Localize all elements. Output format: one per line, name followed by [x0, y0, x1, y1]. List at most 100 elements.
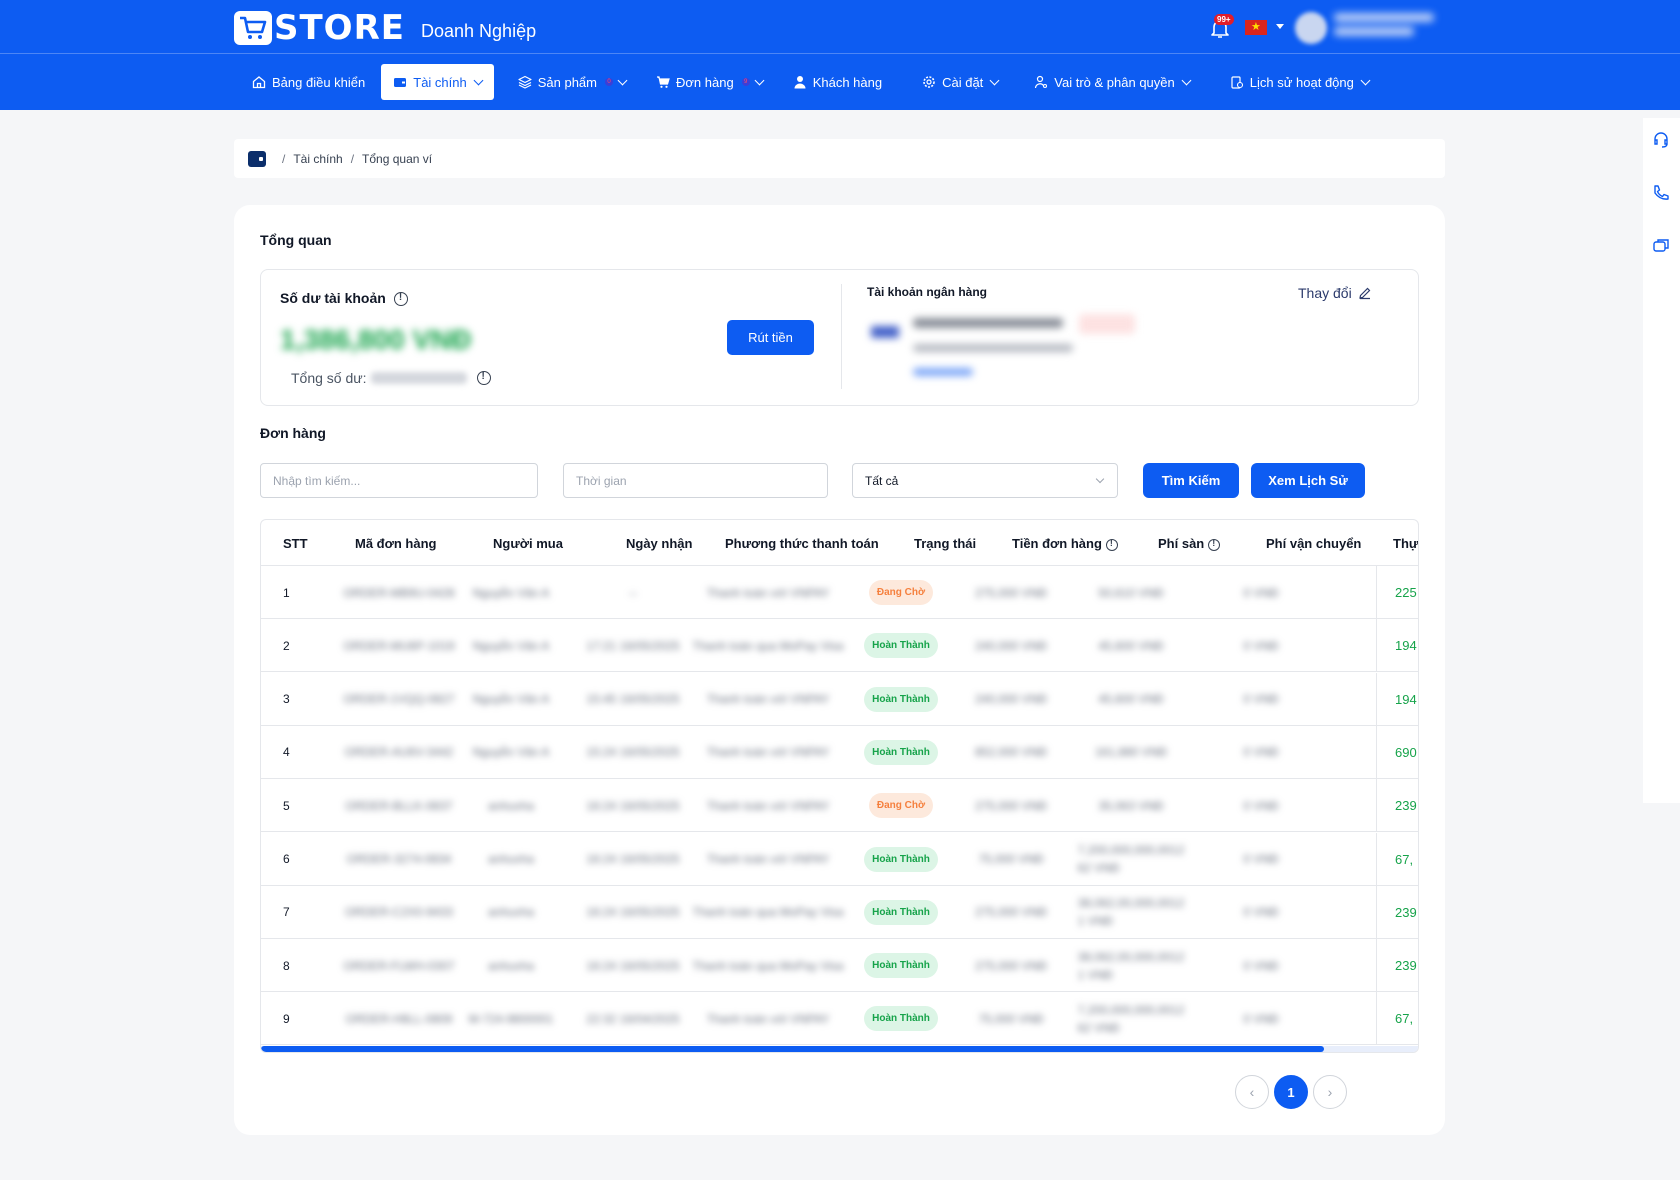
info-icon[interactable]: [1105, 538, 1118, 551]
scrollbar-thumb[interactable]: [261, 1046, 1324, 1052]
cell-method: Thanh toán qua MoPay Visa: [692, 619, 844, 672]
table-row[interactable]: 2 ORDER-MU6P-1019 Nguyễn Văn A 17:21 16/05/…: [261, 619, 1418, 673]
cell-code: ORDER-MB9U-0428: [329, 566, 469, 619]
info-icon[interactable]: [1208, 538, 1221, 551]
nav-item-orders[interactable]: Đơn hàng 9: [644, 64, 775, 100]
cell-ship: 0 VNĐ: [1211, 886, 1311, 939]
avatar[interactable]: [1295, 12, 1327, 44]
cell-stt: 8: [283, 939, 313, 992]
fee-line-2: 1 VNĐ: [1077, 914, 1113, 929]
col-net: Thự: [1393, 536, 1419, 551]
method-value: Thanh toán qua MoPay Visa: [692, 905, 844, 920]
table-row[interactable]: 7 ORDER-C2X0-9433 anhuvha 16:24 16/05/2025 T…: [261, 885, 1418, 939]
ship-value: 0 VNĐ: [1243, 1011, 1279, 1026]
info-icon[interactable]: [393, 292, 408, 307]
search-button[interactable]: Tìm Kiếm: [1143, 463, 1239, 498]
nav-label: Khách hàng: [812, 74, 883, 90]
code-value: ORDER-AU6V-3442: [344, 745, 454, 760]
cell-method: Thanh toán qua MoPay Visa: [692, 939, 843, 992]
breadcrumb-item-current: Tổng quan ví: [362, 151, 433, 166]
ship-value: 0 VNĐ: [1243, 585, 1279, 600]
cell-code: ORDER-1VQQ-0827: [329, 673, 469, 726]
cell-code: ORDER-C2X0-9433: [329, 886, 469, 939]
status-badge: Hoàn Thành: [864, 1006, 938, 1032]
nav-item-dashboard[interactable]: Bảng điều khiển: [240, 64, 377, 100]
stt-value: 4: [283, 745, 290, 760]
cell-status: Hoàn Thành: [851, 619, 951, 672]
amount-value: 852,000 VNĐ: [974, 745, 1048, 760]
nav-item-customers[interactable]: Khách hàng: [781, 64, 894, 100]
status-select-value: Tất cả: [865, 473, 899, 488]
cell-code: ORDER-AU6V-3442: [329, 726, 469, 779]
next-page-button[interactable]: ›: [1313, 1075, 1347, 1109]
table-row[interactable]: 1 ORDER-MB9U-0428 Nguyễn Văn A -- Thanh toán…: [261, 566, 1418, 619]
nav-item-settings[interactable]: Cài đặt: [910, 64, 1010, 100]
balance-label-text: Số dư tài khoản: [280, 290, 386, 306]
cell-code: ORDER-MU6P-1019: [329, 619, 469, 672]
amount-value: 240,000 VNĐ: [974, 638, 1048, 653]
method-value: Thanh toán với VNPAY: [706, 745, 830, 760]
page-1-button[interactable]: 1: [1274, 1075, 1308, 1109]
nav-item-activity-history[interactable]: Lịch sử hoạt động: [1218, 64, 1381, 100]
change-bank-link[interactable]: Thay đổi: [1298, 285, 1372, 301]
cell-fee: 7,200,000,000,0012 62 VNĐ: [1071, 992, 1191, 1045]
wallet-icon[interactable]: [248, 150, 266, 167]
cell-buyer: Nguyễn Văn A: [461, 726, 561, 779]
nav-item-finance[interactable]: Tài chính: [381, 64, 494, 100]
code-value: ORDER-BLLK-0837: [345, 798, 453, 813]
phone-icon[interactable]: [1651, 183, 1671, 203]
date-value: 15:45 16/05/2025: [586, 692, 680, 707]
status-select[interactable]: Tất cả: [852, 463, 1118, 498]
table-row[interactable]: 4 ORDER-AU6V-3442 Nguyễn Văn A 15:24 16/05/…: [261, 725, 1418, 779]
language-caret-icon[interactable]: [1276, 24, 1284, 29]
nav-item-roles[interactable]: Vai trò & phân quyền: [1022, 64, 1201, 100]
gear-icon: [923, 76, 935, 88]
info-icon[interactable]: [476, 371, 491, 385]
nav-label: Vai trò & phân quyền: [1054, 74, 1175, 90]
user-info[interactable]: [1334, 13, 1444, 39]
status-badge: Đang Chờ: [868, 793, 934, 819]
horizontal-scrollbar[interactable]: [261, 1046, 1418, 1052]
prev-page-button[interactable]: ‹: [1235, 1075, 1269, 1109]
store-logo[interactable]: STORE Doanh Nghiệp: [234, 8, 536, 48]
cell-buyer: Nguyễn Văn A: [461, 619, 561, 672]
breadcrumb-item-finance[interactable]: Tài chính: [293, 152, 342, 166]
table-row[interactable]: 3 ORDER-1VQQ-0827 Nguyễn Văn A 15:45 16/05/…: [261, 672, 1418, 726]
search-input[interactable]: Nhập tìm kiếm...: [260, 463, 538, 498]
method-value: Thanh toán với VNPAY: [706, 1011, 830, 1026]
method-value: Thanh toán với VNPAY: [706, 692, 830, 707]
vietnam-flag-icon[interactable]: ★: [1245, 20, 1267, 35]
user-key-icon: [1035, 75, 1048, 89]
cell-date: 16:24 16/05/2025: [583, 779, 683, 832]
method-value: Thanh toán qua MoPay Visa: [692, 638, 844, 653]
chevron-down-icon: [1360, 75, 1371, 85]
code-value: ORDER-MB9U-0428: [343, 585, 455, 600]
table-row[interactable]: 5 ORDER-BLLK-0837 anhuvha 16:24 16/05/2025 T…: [261, 779, 1418, 833]
nav-item-products[interactable]: Sản phẩm 0: [506, 64, 638, 100]
cell-net: 239: [1395, 779, 1418, 832]
chat-icon[interactable]: [1651, 236, 1671, 256]
table-row[interactable]: 8 ORDER-FLWH-0307 anhuvha 16:24 16/05/2025 T…: [261, 939, 1418, 993]
withdraw-button[interactable]: Rút tiền: [727, 320, 814, 355]
cell-status: Đang Chờ: [851, 566, 951, 619]
total-balance-row: Tổng số dư:: [291, 370, 491, 386]
cell-date: 16:24 16/05/2025: [583, 886, 683, 939]
cell-ship: 0 VNĐ: [1211, 726, 1311, 779]
chevron-down-icon: [754, 75, 765, 85]
time-filter-input[interactable]: Thời gian: [563, 463, 828, 498]
cell-buyer: anhuvha: [461, 886, 561, 939]
cell-buyer: anhuvha: [461, 779, 561, 832]
headset-icon[interactable]: [1651, 130, 1671, 150]
cell-status: Hoàn Thành: [851, 673, 951, 726]
stt-value: 8: [283, 958, 290, 973]
table-row[interactable]: 6 ORDER-3274-0834 anhuvha 16:24 16/05/2025 T…: [261, 832, 1418, 886]
fee-line-1: 7,200,000,000,0012: [1077, 1002, 1185, 1017]
view-history-button[interactable]: Xem Lịch Sử: [1251, 463, 1365, 498]
date-value: 15:24 16/05/2025: [586, 745, 680, 760]
overview-title: Tổng quan: [260, 232, 332, 248]
amount-value: 275,000 VNĐ: [974, 905, 1048, 920]
cell-ship: 0 VNĐ: [1211, 673, 1311, 726]
total-balance-label: Tổng số dư:: [291, 370, 367, 386]
table-row[interactable]: 9 ORDER-H8LL-0809 M-724-9800001 22:32 16/04…: [261, 992, 1418, 1046]
net-value: 194: [1395, 638, 1417, 654]
